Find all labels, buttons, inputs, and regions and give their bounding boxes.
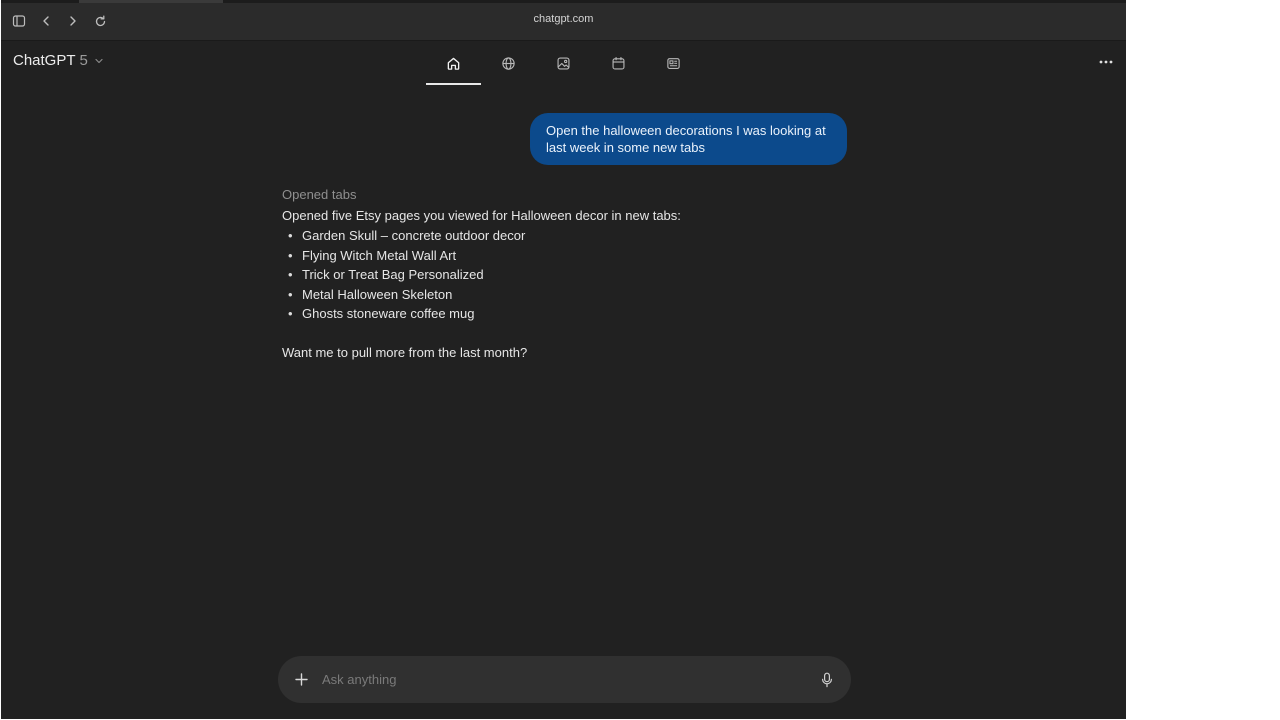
mode-tabs	[426, 42, 701, 86]
assistant-message: Opened tabs Opened five Etsy pages you v…	[282, 186, 842, 363]
tool-status[interactable]: Opened tabs	[282, 186, 842, 204]
microphone-icon	[822, 672, 832, 687]
back-button[interactable]	[36, 11, 56, 31]
assistant-followup: Want me to pull more from the last month…	[282, 344, 528, 360]
globe-icon	[502, 57, 515, 70]
address-bar: chatgpt.com	[1, 13, 1126, 25]
browser-toolbar: chatgpt.com	[1, 0, 1126, 41]
tab-calendar[interactable]	[591, 42, 646, 85]
calendar-icon	[612, 56, 625, 70]
sidebar-icon	[12, 15, 26, 27]
list-item: • Garden Skull – concrete outdoor decor	[282, 226, 842, 246]
list-item-label: Metal Halloween Skeleton	[302, 286, 453, 302]
bullet: •	[288, 228, 293, 243]
news-icon	[667, 58, 680, 69]
address-text[interactable]: chatgpt.com	[534, 13, 594, 25]
model-name: ChatGPT	[13, 52, 76, 69]
tab-web[interactable]	[481, 42, 536, 85]
tab-news[interactable]	[646, 42, 701, 85]
model-version: 5	[79, 52, 88, 69]
more-horizontal-icon	[1099, 60, 1113, 64]
tab-home[interactable]	[426, 42, 481, 85]
list-item: • Trick or Treat Bag Personalized	[282, 265, 842, 285]
image-icon	[557, 57, 570, 70]
tab-strip	[1, 0, 1126, 3]
forward-icon	[70, 16, 76, 26]
add-attachment-button[interactable]	[291, 669, 311, 689]
forward-button[interactable]	[63, 11, 83, 31]
list-item-label: Flying Witch Metal Wall Art	[302, 247, 457, 263]
list-item: • Flying Witch Metal Wall Art	[282, 246, 842, 266]
more-options-button[interactable]	[1095, 52, 1117, 72]
assistant-intro: Opened five Etsy pages you viewed for Ha…	[282, 208, 681, 223]
opened-tabs-list: • Garden Skull – concrete outdoor decor •…	[282, 226, 842, 324]
browser-window: chatgpt.com ChatGPT 5 Open the halloween…	[1, 0, 1126, 719]
chevron-down-icon	[95, 58, 103, 63]
user-message: Open the halloween decorations I was loo…	[530, 113, 847, 165]
bullet: •	[288, 267, 293, 283]
reload-button[interactable]	[90, 11, 110, 31]
tab-images[interactable]	[536, 42, 591, 85]
composer	[278, 656, 851, 703]
list-item-label: Garden Skull – concrete outdoor decor	[302, 228, 526, 243]
back-icon	[43, 16, 49, 26]
list-item: • Metal Halloween Skeleton	[282, 285, 842, 305]
bullet: •	[288, 247, 293, 263]
list-item-label: Trick or Treat Bag Personalized	[302, 267, 484, 283]
home-icon	[447, 57, 460, 70]
list-item-label: Ghosts stoneware coffee mug	[302, 306, 475, 322]
message-input[interactable]	[322, 669, 802, 690]
voice-input-button[interactable]	[817, 669, 837, 690]
model-selector[interactable]: ChatGPT 5	[13, 52, 104, 69]
plus-icon	[294, 672, 308, 686]
sidebar-toggle-button[interactable]	[9, 11, 29, 31]
bullet: •	[288, 286, 293, 302]
bullet: •	[288, 306, 293, 322]
reload-icon	[95, 15, 105, 26]
list-item: • Ghosts stoneware coffee mug	[282, 304, 842, 324]
